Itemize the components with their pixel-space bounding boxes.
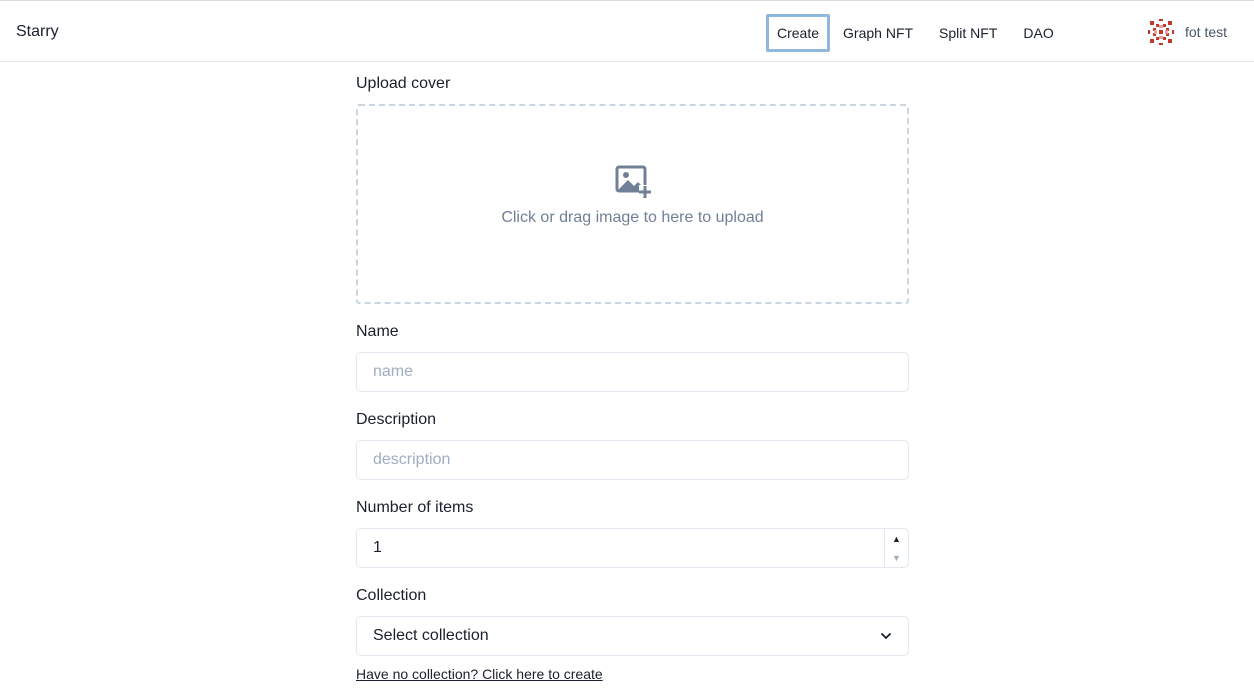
items-field-group: Number of items ▲ ▼ bbox=[356, 498, 909, 568]
nav-create[interactable]: Create bbox=[766, 14, 831, 52]
collection-field-group: Collection Select collection bbox=[356, 586, 909, 656]
description-label: Description bbox=[356, 411, 437, 428]
cover-label: Upload cover bbox=[356, 75, 451, 92]
items-label: Number of items bbox=[356, 499, 474, 516]
collection-select-value: Select collection bbox=[373, 627, 489, 644]
name-input[interactable] bbox=[356, 352, 909, 392]
increment-arrow-icon[interactable]: ▲ bbox=[885, 529, 908, 548]
nav-split-nft[interactable]: Split NFT bbox=[926, 14, 1010, 52]
upload-hint: Click or drag image to here to upload bbox=[501, 209, 764, 226]
user-name[interactable]: fot test bbox=[1185, 24, 1227, 40]
quantity-stepper: ▲ ▼ bbox=[356, 528, 909, 568]
collection-select[interactable]: Select collection bbox=[356, 616, 909, 656]
description-field-group: Description bbox=[356, 410, 909, 480]
brand-logo[interactable]: Starry bbox=[16, 23, 59, 41]
create-collection-link[interactable]: Have no collection? Click here to create bbox=[356, 666, 603, 682]
description-input[interactable] bbox=[356, 440, 909, 480]
collection-label: Collection bbox=[356, 587, 427, 604]
name-field-group: Name bbox=[356, 322, 909, 392]
stepper-controls: ▲ ▼ bbox=[884, 529, 908, 567]
decrement-arrow-icon[interactable]: ▼ bbox=[885, 548, 908, 567]
cover-upload-dropzone[interactable]: Click or drag image to here to upload bbox=[356, 104, 909, 304]
image-add-icon bbox=[615, 165, 651, 198]
top-navbar: Starry Create Graph NFT Split NFT DAO fo… bbox=[0, 0, 1254, 62]
main-nav: Create Graph NFT Split NFT DAO bbox=[766, 14, 1067, 52]
items-input[interactable] bbox=[356, 528, 909, 568]
nav-dao[interactable]: DAO bbox=[1010, 14, 1066, 52]
create-nft-form: Upload cover Click or drag image to here… bbox=[356, 74, 909, 682]
nav-graph-nft[interactable]: Graph NFT bbox=[830, 14, 926, 52]
name-label: Name bbox=[356, 323, 399, 340]
user-menu[interactable]: fot test bbox=[1148, 19, 1227, 45]
chevron-down-icon bbox=[880, 632, 892, 640]
avatar[interactable] bbox=[1148, 19, 1174, 45]
